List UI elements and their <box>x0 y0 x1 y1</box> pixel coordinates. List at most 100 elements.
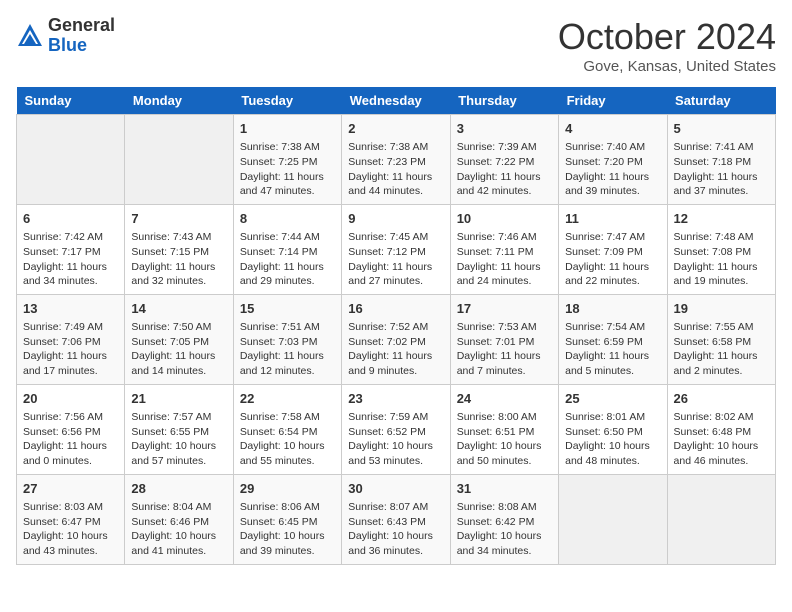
day-info: Sunrise: 7:53 AM Sunset: 7:01 PM Dayligh… <box>457 320 552 379</box>
calendar-header: SundayMondayTuesdayWednesdayThursdayFrid… <box>17 87 776 115</box>
calendar-cell: 26 Sunrise: 8:02 AM Sunset: 6:48 PM Dayli… <box>667 384 775 474</box>
calendar-cell <box>17 115 125 205</box>
header-cell-wednesday: Wednesday <box>342 87 450 115</box>
calendar-cell: 17 Sunrise: 7:53 AM Sunset: 7:01 PM Dayli… <box>450 294 558 384</box>
day-number: 27 <box>23 480 118 498</box>
day-number: 16 <box>348 300 443 318</box>
day-info: Sunrise: 8:01 AM Sunset: 6:50 PM Dayligh… <box>565 410 660 469</box>
day-info: Sunrise: 7:39 AM Sunset: 7:22 PM Dayligh… <box>457 140 552 199</box>
calendar-cell <box>559 474 667 564</box>
day-number: 14 <box>131 300 226 318</box>
day-info: Sunrise: 8:00 AM Sunset: 6:51 PM Dayligh… <box>457 410 552 469</box>
header-cell-saturday: Saturday <box>667 87 775 115</box>
day-number: 1 <box>240 120 335 138</box>
day-number: 7 <box>131 210 226 228</box>
calendar-cell: 11 Sunrise: 7:47 AM Sunset: 7:09 PM Dayli… <box>559 204 667 294</box>
day-info: Sunrise: 7:47 AM Sunset: 7:09 PM Dayligh… <box>565 230 660 289</box>
calendar-cell: 18 Sunrise: 7:54 AM Sunset: 6:59 PM Dayli… <box>559 294 667 384</box>
calendar-cell: 28Sunrise: 8:04 AM Sunset: 6:46 PM Dayli… <box>125 474 233 564</box>
calendar-cell: 31Sunrise: 8:08 AM Sunset: 6:42 PM Dayli… <box>450 474 558 564</box>
month-title: October 2024 <box>558 16 776 58</box>
day-info: Sunrise: 7:52 AM Sunset: 7:02 PM Dayligh… <box>348 320 443 379</box>
calendar-cell: 29 Sunrise: 8:06 AM Sunset: 6:45 PM Dayli… <box>233 474 341 564</box>
calendar-cell: 20Sunrise: 7:56 AM Sunset: 6:56 PM Dayli… <box>17 384 125 474</box>
day-info: Sunrise: 7:40 AM Sunset: 7:20 PM Dayligh… <box>565 140 660 199</box>
calendar-cell: 13 Sunrise: 7:49 AM Sunset: 7:06 PM Dayli… <box>17 294 125 384</box>
day-info: Sunrise: 8:02 AM Sunset: 6:48 PM Dayligh… <box>674 410 769 469</box>
day-number: 22 <box>240 390 335 408</box>
calendar-cell: 5Sunrise: 7:41 AM Sunset: 7:18 PM Daylig… <box>667 115 775 205</box>
day-info: Sunrise: 8:04 AM Sunset: 6:46 PM Dayligh… <box>131 500 226 559</box>
calendar-cell: 6Sunrise: 7:42 AM Sunset: 7:17 PM Daylig… <box>17 204 125 294</box>
day-number: 26 <box>674 390 769 408</box>
day-info: Sunrise: 7:56 AM Sunset: 6:56 PM Dayligh… <box>23 410 118 469</box>
calendar-week-4: 27 Sunrise: 8:03 AM Sunset: 6:47 PM Dayli… <box>17 474 776 564</box>
calendar-cell: 23Sunrise: 7:59 AM Sunset: 6:52 PM Dayli… <box>342 384 450 474</box>
calendar-cell: 14Sunrise: 7:50 AM Sunset: 7:05 PM Dayli… <box>125 294 233 384</box>
day-info: Sunrise: 8:07 AM Sunset: 6:43 PM Dayligh… <box>348 500 443 559</box>
title-block: October 2024 Gove, Kansas, United States <box>558 16 776 75</box>
header-row: SundayMondayTuesdayWednesdayThursdayFrid… <box>17 87 776 115</box>
calendar-body: 1 Sunrise: 7:38 AM Sunset: 7:25 PM Daylig… <box>17 115 776 565</box>
calendar-cell: 9 Sunrise: 7:45 AM Sunset: 7:12 PM Daylig… <box>342 204 450 294</box>
day-info: Sunrise: 7:45 AM Sunset: 7:12 PM Dayligh… <box>348 230 443 289</box>
calendar-week-3: 20Sunrise: 7:56 AM Sunset: 6:56 PM Dayli… <box>17 384 776 474</box>
calendar-cell: 8Sunrise: 7:44 AM Sunset: 7:14 PM Daylig… <box>233 204 341 294</box>
calendar-week-2: 13 Sunrise: 7:49 AM Sunset: 7:06 PM Dayli… <box>17 294 776 384</box>
calendar-cell: 19Sunrise: 7:55 AM Sunset: 6:58 PM Dayli… <box>667 294 775 384</box>
header-cell-friday: Friday <box>559 87 667 115</box>
calendar-cell: 27 Sunrise: 8:03 AM Sunset: 6:47 PM Dayli… <box>17 474 125 564</box>
day-number: 9 <box>348 210 443 228</box>
day-info: Sunrise: 7:42 AM Sunset: 7:17 PM Dayligh… <box>23 230 118 289</box>
calendar-cell: 22 Sunrise: 7:58 AM Sunset: 6:54 PM Dayli… <box>233 384 341 474</box>
day-info: Sunrise: 7:57 AM Sunset: 6:55 PM Dayligh… <box>131 410 226 469</box>
calendar-cell: 1 Sunrise: 7:38 AM Sunset: 7:25 PM Daylig… <box>233 115 341 205</box>
calendar-cell: 16 Sunrise: 7:52 AM Sunset: 7:02 PM Dayli… <box>342 294 450 384</box>
calendar-week-1: 6Sunrise: 7:42 AM Sunset: 7:17 PM Daylig… <box>17 204 776 294</box>
day-number: 13 <box>23 300 118 318</box>
header-cell-tuesday: Tuesday <box>233 87 341 115</box>
logo-icon <box>16 22 44 50</box>
day-info: Sunrise: 7:48 AM Sunset: 7:08 PM Dayligh… <box>674 230 769 289</box>
location: Gove, Kansas, United States <box>558 58 776 75</box>
calendar-cell: 10Sunrise: 7:46 AM Sunset: 7:11 PM Dayli… <box>450 204 558 294</box>
header-cell-thursday: Thursday <box>450 87 558 115</box>
header-cell-sunday: Sunday <box>17 87 125 115</box>
calendar-table: SundayMondayTuesdayWednesdayThursdayFrid… <box>16 87 776 565</box>
calendar-cell: 12 Sunrise: 7:48 AM Sunset: 7:08 PM Dayli… <box>667 204 775 294</box>
day-info: Sunrise: 8:06 AM Sunset: 6:45 PM Dayligh… <box>240 500 335 559</box>
logo-general: General <box>48 15 115 35</box>
day-number: 30 <box>348 480 443 498</box>
day-info: Sunrise: 7:54 AM Sunset: 6:59 PM Dayligh… <box>565 320 660 379</box>
day-number: 3 <box>457 120 552 138</box>
day-number: 24 <box>457 390 552 408</box>
day-number: 11 <box>565 210 660 228</box>
calendar-cell <box>125 115 233 205</box>
logo-blue: Blue <box>48 35 87 55</box>
calendar-cell: 21 Sunrise: 7:57 AM Sunset: 6:55 PM Dayli… <box>125 384 233 474</box>
day-info: Sunrise: 7:49 AM Sunset: 7:06 PM Dayligh… <box>23 320 118 379</box>
logo: General Blue <box>16 16 115 56</box>
day-number: 25 <box>565 390 660 408</box>
calendar-cell: 3 Sunrise: 7:39 AM Sunset: 7:22 PM Daylig… <box>450 115 558 205</box>
day-number: 23 <box>348 390 443 408</box>
day-info: Sunrise: 7:38 AM Sunset: 7:25 PM Dayligh… <box>240 140 335 199</box>
day-number: 21 <box>131 390 226 408</box>
day-info: Sunrise: 7:46 AM Sunset: 7:11 PM Dayligh… <box>457 230 552 289</box>
calendar-cell: 30 Sunrise: 8:07 AM Sunset: 6:43 PM Dayli… <box>342 474 450 564</box>
calendar-cell: 4Sunrise: 7:40 AM Sunset: 7:20 PM Daylig… <box>559 115 667 205</box>
calendar-cell: 15Sunrise: 7:51 AM Sunset: 7:03 PM Dayli… <box>233 294 341 384</box>
day-number: 18 <box>565 300 660 318</box>
day-number: 19 <box>674 300 769 318</box>
day-number: 2 <box>348 120 443 138</box>
calendar-cell: 2 Sunrise: 7:38 AM Sunset: 7:23 PM Daylig… <box>342 115 450 205</box>
day-info: Sunrise: 8:03 AM Sunset: 6:47 PM Dayligh… <box>23 500 118 559</box>
calendar-week-0: 1 Sunrise: 7:38 AM Sunset: 7:25 PM Daylig… <box>17 115 776 205</box>
day-number: 29 <box>240 480 335 498</box>
day-number: 12 <box>674 210 769 228</box>
day-info: Sunrise: 7:38 AM Sunset: 7:23 PM Dayligh… <box>348 140 443 199</box>
day-number: 5 <box>674 120 769 138</box>
day-number: 17 <box>457 300 552 318</box>
day-info: Sunrise: 7:58 AM Sunset: 6:54 PM Dayligh… <box>240 410 335 469</box>
day-number: 15 <box>240 300 335 318</box>
